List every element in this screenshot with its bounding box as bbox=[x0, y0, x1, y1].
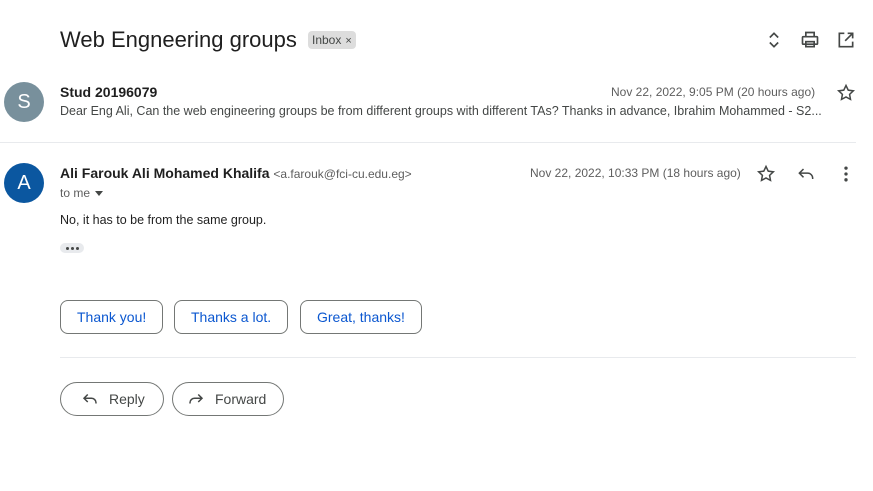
message-date: Nov 22, 2022, 10:33 PM (18 hours ago) bbox=[530, 166, 741, 180]
sender-name[interactable]: Ali Farouk Ali Mohamed Khalifa bbox=[60, 165, 270, 181]
reply-icon bbox=[82, 393, 97, 404]
open-in-new-window-icon[interactable] bbox=[834, 28, 858, 52]
message-snippet: Dear Eng Ali, Can the web engineering gr… bbox=[60, 104, 822, 118]
avatar-letter: A bbox=[17, 171, 31, 194]
smart-reply-button[interactable]: Great, thanks! bbox=[300, 300, 422, 334]
recipients-toggle[interactable]: to me bbox=[60, 186, 104, 200]
smart-reply-button[interactable]: Thanks a lot. bbox=[174, 300, 289, 334]
avatar: S bbox=[4, 82, 44, 122]
reply-icon[interactable] bbox=[794, 162, 818, 186]
sender-email: <a.farouk@fci-cu.edu.eg> bbox=[273, 167, 412, 181]
sender-line: Ali Farouk Ali Mohamed Khalifa <a.farouk… bbox=[60, 165, 412, 181]
smart-reply-button[interactable]: Thank you! bbox=[60, 300, 164, 334]
star-icon[interactable] bbox=[834, 81, 858, 105]
sender-name: Stud 20196079 bbox=[60, 84, 158, 100]
inbox-label-chip[interactable]: Inbox × bbox=[308, 31, 356, 49]
show-trimmed-content-button[interactable] bbox=[60, 243, 84, 253]
remove-label-icon[interactable]: × bbox=[345, 35, 351, 47]
reply-label: Reply bbox=[109, 391, 145, 407]
forward-label: Forward bbox=[215, 391, 267, 407]
divider bbox=[60, 357, 856, 358]
email-subject: Web Engneering groups bbox=[60, 27, 297, 52]
label-text: Inbox bbox=[312, 33, 342, 47]
print-icon[interactable] bbox=[798, 28, 822, 52]
forward-button[interactable]: Forward bbox=[172, 382, 284, 416]
expand-collapse-icon[interactable] bbox=[762, 28, 786, 52]
forward-icon bbox=[189, 393, 204, 404]
divider bbox=[0, 142, 856, 143]
message-body: No, it has to be from the same group. bbox=[60, 213, 267, 227]
more-options-icon[interactable] bbox=[834, 162, 858, 186]
reply-button[interactable]: Reply bbox=[60, 382, 164, 416]
avatar-letter: S bbox=[17, 90, 31, 113]
to-me-label: to me bbox=[60, 186, 91, 200]
message-date: Nov 22, 2022, 9:05 PM (20 hours ago) bbox=[611, 85, 816, 99]
star-icon[interactable] bbox=[754, 162, 778, 186]
avatar: A bbox=[4, 163, 44, 203]
chevron-down-icon bbox=[95, 191, 104, 196]
